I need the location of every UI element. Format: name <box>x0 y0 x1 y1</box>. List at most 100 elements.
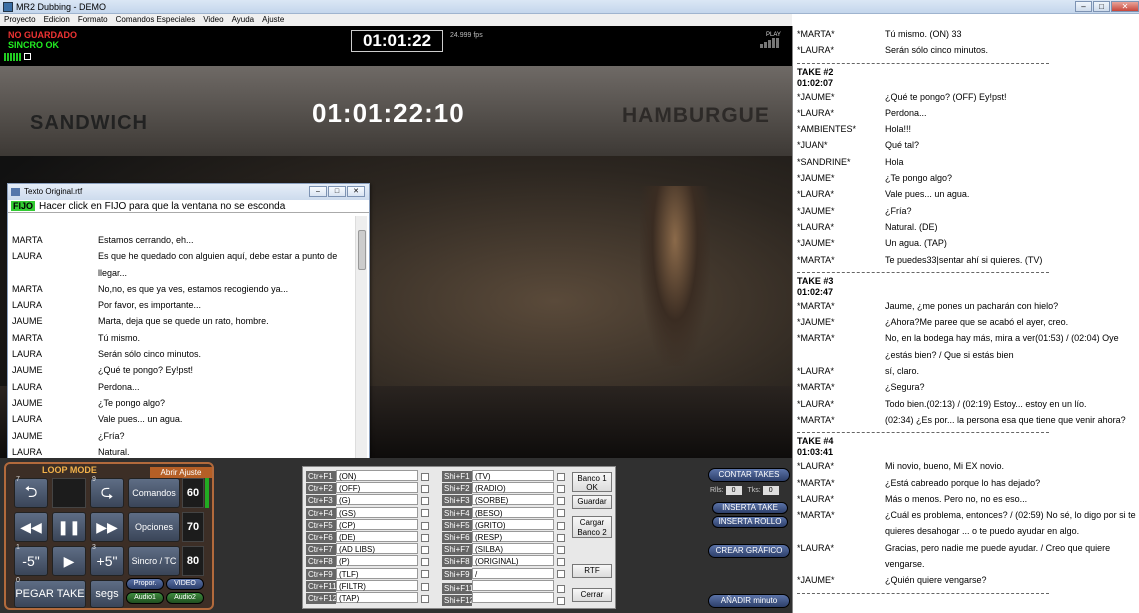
script-dialogue: Tú mismo. (ON) 33 <box>885 29 962 39</box>
opciones-button[interactable]: Opciones <box>128 512 180 542</box>
macro-value-input[interactable]: (P) <box>336 555 418 567</box>
rewind-button[interactable]: ◀◀ <box>14 512 48 542</box>
original-text-lines[interactable]: MARTA Estamos cerrando, eh... LAURA Es que … <box>10 216 356 458</box>
menu-formato[interactable]: Formato <box>78 14 108 26</box>
original-scrollbar[interactable] <box>355 216 367 458</box>
macro-checkbox[interactable] <box>421 558 429 567</box>
macro-checkbox[interactable] <box>421 594 429 603</box>
script-panel[interactable]: *MARTA* Tú mismo. (ON) 33 *LAURA* Serán sól… <box>792 26 1139 613</box>
macro-checkbox[interactable] <box>421 533 429 542</box>
original-minimize-button[interactable]: – <box>309 186 327 197</box>
macro-checkbox[interactable] <box>421 497 429 506</box>
menu-edicion[interactable]: Edicion <box>44 14 70 26</box>
cargar-banco2-button[interactable]: Cargar Banco 2 <box>572 516 612 538</box>
video-player[interactable]: SANDWICH HAMBURGUE NO GUARDADO SINCRO OK… <box>0 26 792 458</box>
macro-row: Shi+F5 (GRITO) <box>442 518 565 531</box>
macro-value-input[interactable]: (AD LIBS) <box>336 543 418 555</box>
macro-checkbox[interactable] <box>557 485 565 494</box>
macro-value-input[interactable]: (TLF) <box>336 567 418 579</box>
macro-value-input[interactable]: (SILBA) <box>472 543 554 555</box>
macro-checkbox[interactable] <box>557 509 565 518</box>
crear-grafico-button[interactable]: CREAR GRÁFICO <box>708 544 790 558</box>
macro-checkbox[interactable] <box>557 546 565 555</box>
macro-value-input[interactable]: (SORBE) <box>472 494 554 506</box>
macro-checkbox[interactable] <box>421 509 429 518</box>
script-line: *LAURA* Serán sólo cinco minutos. <box>793 42 1139 58</box>
original-maximize-button[interactable]: □ <box>328 186 346 197</box>
macro-value-input[interactable] <box>472 579 554 591</box>
script-line: *JAUME* ¿Fría? <box>793 203 1139 219</box>
macro-value-input[interactable]: (ORIGINAL) <box>472 555 554 567</box>
macro-value-input[interactable]: (TAP) <box>336 592 418 603</box>
video-button[interactable]: VIDEO <box>166 578 204 590</box>
script-line: *LAURA* Natural. (DE) <box>793 219 1139 235</box>
propor-button[interactable]: Propor. <box>126 578 164 590</box>
macro-value-input[interactable]: (FILTR) <box>336 579 418 591</box>
macro-checkbox[interactable] <box>557 472 565 481</box>
macro-checkbox[interactable] <box>421 521 429 530</box>
rtf-button[interactable]: RTF <box>572 564 612 578</box>
macro-value-input[interactable]: / <box>472 567 554 579</box>
macro-value-input[interactable]: (GS) <box>336 506 418 518</box>
sign-left: SANDWICH <box>30 112 148 134</box>
cerrar-button[interactable]: Cerrar <box>572 588 612 602</box>
contar-takes-button[interactable]: CONTAR TAKES <box>708 468 790 482</box>
macro-value-input[interactable]: (DE) <box>336 531 418 542</box>
abrir-ajuste-button[interactable]: Abrir Ajuste <box>150 467 212 478</box>
inserta-rollo-button[interactable]: INSERTA ROLLO <box>712 516 788 528</box>
macro-checkbox[interactable] <box>557 596 565 605</box>
fast-forward-button[interactable]: ▶▶ <box>90 512 124 542</box>
pause-button[interactable]: ❚❚ <box>52 512 86 542</box>
macro-value-input[interactable]: (BESO) <box>472 506 554 518</box>
macro-checkbox[interactable] <box>557 570 565 579</box>
menu-ayuda[interactable]: Ayuda <box>232 14 255 26</box>
macro-value-input[interactable]: (TV) <box>472 470 554 481</box>
banco1-button[interactable]: Banco 1 OK <box>572 472 612 492</box>
menu-video[interactable]: Video <box>203 14 223 26</box>
macro-value-input[interactable]: (G) <box>336 494 418 506</box>
comandos-button[interactable]: Comandos <box>128 478 180 508</box>
anadir-minuto-button[interactable]: AÑADIR minuto <box>708 594 790 608</box>
original-close-button[interactable]: ✕ <box>347 186 365 197</box>
macro-key: Shi+F4 <box>442 507 472 519</box>
original-dialogue: Marta, deja que se quede un rato, hombre… <box>98 316 269 327</box>
original-dialogue: Perdona... <box>98 381 140 392</box>
script-dialogue: Hola <box>885 156 904 167</box>
macro-value-input[interactable]: (CP) <box>336 518 418 530</box>
maximize-button[interactable]: □ <box>1093 1 1110 12</box>
close-button[interactable]: ✕ <box>1111 1 1139 12</box>
play-button[interactable]: ▶ <box>52 546 86 576</box>
fijo-button[interactable]: FIJO <box>11 201 36 211</box>
macro-value-input[interactable]: (OFF) <box>336 482 418 494</box>
macro-checkbox[interactable] <box>421 485 429 494</box>
macro-checkbox[interactable] <box>557 521 565 530</box>
macro-checkbox[interactable] <box>557 497 565 506</box>
macro-value-input[interactable]: (ON) <box>336 470 418 481</box>
pegar-take-button[interactable]: PEGAR TAKE <box>14 580 86 608</box>
audio1-button[interactable]: Audio1 <box>126 592 164 604</box>
macro-checkbox[interactable] <box>421 472 429 481</box>
macro-value-input[interactable]: (RESP) <box>472 531 554 542</box>
inserta-take-button[interactable]: INSERTA TAKE <box>712 502 788 514</box>
sincro-tc-button[interactable]: Sincro / TC <box>128 546 180 576</box>
script-dialogue: Serán sólo cinco minutos. <box>885 45 989 56</box>
macro-checkbox[interactable] <box>421 582 429 591</box>
macro-checkbox[interactable] <box>557 558 565 567</box>
segs-button[interactable]: segs <box>90 580 124 608</box>
scrollbar-thumb[interactable] <box>358 230 366 270</box>
macro-value-input[interactable]: (GRITO) <box>472 518 554 530</box>
menu-ajuste[interactable]: Ajuste <box>262 14 284 26</box>
original-window-title: Texto Original.rtf <box>24 187 83 196</box>
minimize-button[interactable]: – <box>1075 1 1092 12</box>
original-text-window[interactable]: Texto Original.rtf – □ ✕ FIJO Hacer click… <box>7 183 370 458</box>
macro-checkbox[interactable] <box>421 570 429 579</box>
meter-toggle-icon[interactable] <box>24 53 31 60</box>
menu-proyecto[interactable]: Proyecto <box>4 14 36 26</box>
audio2-button[interactable]: Audio2 <box>166 592 204 604</box>
guardar-button[interactable]: Guardar <box>572 495 612 509</box>
macro-value-input[interactable]: (RADIO) <box>472 482 554 494</box>
menu-comandos-especiales[interactable]: Comandos Especiales <box>116 14 196 26</box>
macro-value-input[interactable] <box>472 592 554 603</box>
macro-checkbox[interactable] <box>557 533 565 542</box>
macro-checkbox[interactable] <box>421 546 429 555</box>
